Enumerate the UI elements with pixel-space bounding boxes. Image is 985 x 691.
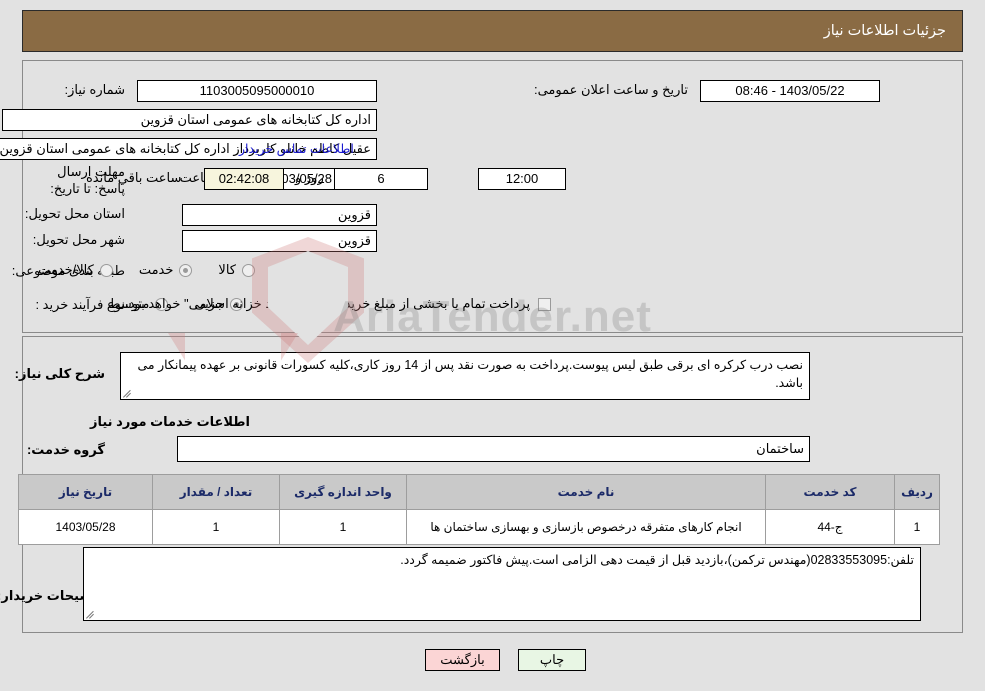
col-need-date: تاریخ نیاز bbox=[18, 474, 153, 510]
table-header-row: ردیف کد خدمت نام خدمت واحد اندازه گیری ت… bbox=[18, 474, 940, 510]
province-label-wrap: استان محل تحویل: bbox=[25, 206, 125, 222]
province-value: قزوین bbox=[182, 204, 377, 226]
resize-grip-icon[interactable] bbox=[123, 388, 133, 398]
category-radio-2[interactable] bbox=[99, 263, 113, 277]
cell-code: ج-44 bbox=[765, 509, 895, 545]
category-radio-1[interactable] bbox=[179, 263, 193, 277]
need-number-label-wrap: شماره نیاز: bbox=[65, 82, 125, 98]
category-radio-group: کالا خدمت کالا/خدمت bbox=[36, 262, 255, 278]
remaining-time-suffix-label: ساعت باقي مانده bbox=[86, 170, 182, 185]
treasury-checkbox-label: پرداخت تمام یا بخشی از مبلغ خرید،از محل … bbox=[125, 296, 531, 311]
remaining-days-value: 6 bbox=[334, 168, 428, 190]
cell-radif: 1 bbox=[894, 509, 940, 545]
city-label-wrap: شهر محل تحویل: bbox=[33, 232, 125, 248]
services-table: ردیف کد خدمت نام خدمت واحد اندازه گیری ت… bbox=[18, 474, 940, 545]
buyer-notes-textarea[interactable]: تلفن:02833553095(مهندس ترکمن)،بازدید قبل… bbox=[83, 547, 921, 621]
page-title: جزئیات اطلاعات نیاز bbox=[823, 23, 946, 39]
category-radio-label-1: خدمت bbox=[138, 262, 174, 277]
cell-unit: 1 bbox=[279, 509, 407, 545]
announce-datetime-label-wrap: تاریخ و ساعت اعلان عمومی: bbox=[534, 82, 688, 98]
col-name: نام خدمت bbox=[406, 474, 766, 510]
days-and-label: روز و bbox=[295, 170, 324, 185]
cell-qty: 1 bbox=[152, 509, 280, 545]
treasury-checkbox-row[interactable]: پرداخت تمام یا بخشی از مبلغ خرید،از محل … bbox=[125, 296, 552, 312]
cell-name: انجام کارهای متفرقه درخصوص بازسازی و بهس… bbox=[406, 509, 766, 545]
buyer-contact-link[interactable]: اطلاعات تماس خریدار bbox=[239, 141, 354, 156]
announce-datetime-value: 1403/05/22 - 08:46 bbox=[700, 80, 880, 102]
overall-desc-textarea[interactable]: نصب درب کرکره ای برقی طبق لیس پیوست.پردا… bbox=[120, 352, 810, 400]
service-group-label: گروه خدمت: bbox=[26, 442, 105, 457]
page-title-bar: جزئیات اطلاعات نیاز bbox=[22, 10, 963, 52]
category-radio-label-2: کالا/خدمت bbox=[38, 262, 94, 277]
province-label: استان محل تحویل: bbox=[24, 206, 125, 221]
table-row: 1 ج-44 انجام کارهای متفرقه درخصوص بازساز… bbox=[18, 509, 940, 545]
buyer-notes-text: تلفن:02833553095(مهندس ترکمن)،بازدید قبل… bbox=[400, 553, 914, 567]
col-qty: تعداد / مقدار bbox=[152, 474, 280, 510]
services-section-title: اطلاعات خدمات مورد نیاز bbox=[89, 414, 250, 429]
category-radio-label-0: کالا bbox=[218, 262, 236, 277]
back-button[interactable]: بازگشت bbox=[425, 649, 500, 671]
remaining-countdown-timer: 02:42:08 bbox=[204, 168, 284, 190]
deadline-hour-value: 12:00 bbox=[478, 168, 566, 190]
need-number-value: 1103005095000010 bbox=[137, 80, 377, 102]
category-option-1[interactable]: خدمت bbox=[137, 262, 193, 278]
city-label: شهر محل تحویل: bbox=[32, 232, 125, 247]
service-group-value: ساختمان bbox=[177, 436, 810, 462]
col-code: کد خدمت bbox=[765, 474, 895, 510]
buyer-org-value: اداره کل کتابخانه های عمومی استان قزوین bbox=[2, 109, 377, 131]
resize-grip-icon[interactable] bbox=[86, 609, 96, 619]
need-number-label: شماره نیاز: bbox=[64, 82, 125, 97]
print-button[interactable]: چاپ bbox=[518, 649, 586, 671]
category-option-2[interactable]: کالا/خدمت bbox=[36, 262, 113, 278]
col-unit: واحد اندازه گیری bbox=[279, 474, 407, 510]
category-radio-0[interactable] bbox=[242, 263, 255, 277]
announce-datetime-label: تاریخ و ساعت اعلان عمومی: bbox=[533, 82, 688, 97]
cell-need-date: 1403/05/28 bbox=[18, 509, 153, 545]
city-value: قزوین bbox=[182, 230, 377, 252]
category-option-0[interactable]: کالا bbox=[216, 262, 255, 278]
treasury-checkbox[interactable] bbox=[538, 297, 552, 311]
col-radif: ردیف bbox=[894, 474, 940, 510]
overall-desc-text: نصب درب کرکره ای برقی طبق لیس پیوست.پردا… bbox=[137, 358, 803, 390]
overall-desc-label: شرح کلی نیاز: bbox=[14, 366, 105, 381]
